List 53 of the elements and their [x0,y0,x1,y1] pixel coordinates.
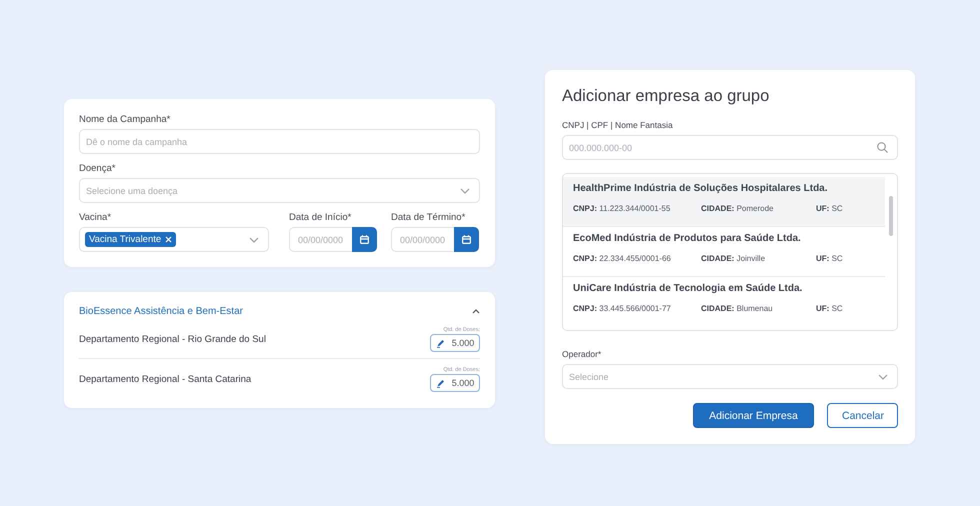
result-item[interactable]: EcoMed Indústria de Produtos para Saúde Ltda. CNPJ: 22.334.455/0001-66 CIDADE: Joinville UF: SC [563,226,885,276]
placeholder-text: 00/00/0000 [298,234,344,244]
scrollbar-thumb[interactable] [889,196,893,236]
company-detail: CIDADE: Pomerode [701,204,774,213]
calendar-icon [360,235,370,244]
field-label: CNPJ | CPF | Nome Fantasia [562,119,674,131]
placeholder-text: 000.000.000-00 [569,142,632,152]
field-label: Data de Término* [391,212,466,224]
search-icon [877,142,888,153]
company-name: UniCare Indústria de Tecnologia em Saúde Ltda. [573,283,804,294]
calendar-button[interactable] [454,227,479,252]
company-detail: UF: SC [816,304,843,313]
close-icon [165,236,172,243]
department-name: Departamento Regional - Rio Grande do Sul [79,334,266,345]
chevron-down-icon [878,374,888,380]
doses-value: 5.000 [452,378,474,388]
field-label: Data de Início* [289,212,352,224]
company-detail: UF: SC [816,254,843,263]
company-detail: CIDADE: Blumenau [701,304,774,313]
calendar-button[interactable] [352,227,377,252]
company-detail: CIDADE: Joinville [701,254,766,263]
company-detail: CNPJ: 11.223.344/0001-55 [573,204,672,213]
field-label: Doença* [79,163,116,175]
doses-field[interactable]: 5.000 [430,334,480,352]
select-field[interactable]: Vacina Trivalente [79,227,269,252]
company-name: HealthPrime Indústria de Soluções Hospitalares Ltda. [573,183,829,194]
field-label: Operador* [562,348,602,360]
chevron-down-icon [460,188,470,194]
vaccine-tag[interactable]: Vacina Trivalente [85,232,176,247]
result-item[interactable]: UniCare Indústria de Tecnologia em Saúde Ltda. CNPJ: 33.445.566/0001-77 CIDADE: Blumenau UF: SC [563,276,885,326]
field-label: Nome da Campanha* [79,114,172,126]
company-detail: UF: SC [816,204,843,213]
doses-value: 5.000 [452,338,474,348]
company-name: EcoMed Indústria de Produtos para Saúde Ltda. [573,233,802,244]
result-item[interactable]: HealthPrime Indústria de Soluções Hospitalares Ltda. CNPJ: 11.223.344/0001-55 CIDADE: Pomerode UF: SC [563,177,885,226]
field-label: Vacina* [79,212,112,224]
department-name: Departamento Regional - Santa Catarina [79,374,252,385]
pencil-icon [436,378,445,388]
company-detail: CNPJ: 33.445.566/0001-77 [573,304,672,313]
company-detail: CNPJ: 22.334.455/0001-66 [573,254,672,263]
placeholder-text: Selecione uma doença [86,186,178,196]
dialog-title: Adicionar empresa ao grupo [562,87,770,106]
cancel-button[interactable]: Cancelar [827,403,898,428]
add-button[interactable]: Adicionar Empresa [693,403,814,428]
placeholder-text: Selecione [569,372,609,382]
placeholder-text: Dê o nome da campanha [86,136,188,146]
placeholder-text: 00/00/0000 [400,234,446,244]
tag-label: Vacina Trivalente [89,234,162,245]
calendar-icon [462,235,472,244]
chevron-down-icon [249,236,259,242]
pencil-icon [436,338,445,348]
group-title[interactable]: BioEssence Assistência e Bem-Estar [79,306,243,317]
doses-field[interactable]: 5.000 [430,374,480,392]
